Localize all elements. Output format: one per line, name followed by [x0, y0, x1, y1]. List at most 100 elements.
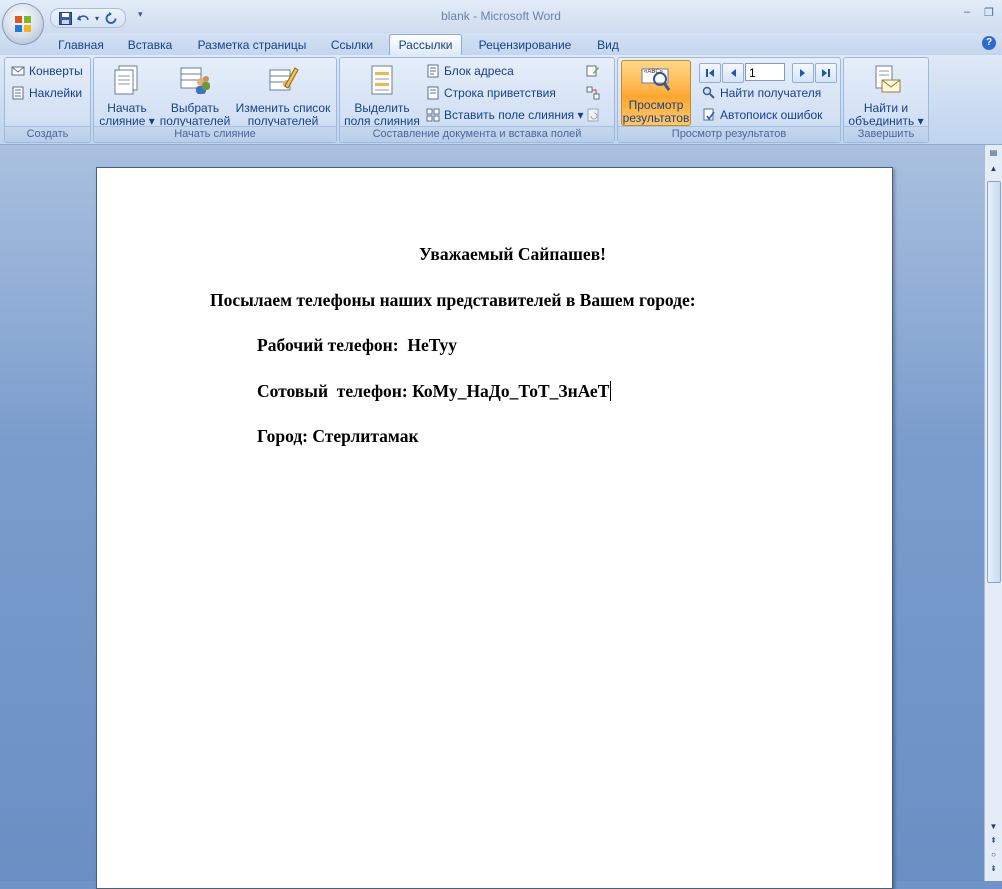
work-phone-line: Рабочий телефон: НеТуу [257, 335, 457, 356]
tab-page-layout[interactable]: Разметка страницы [192, 37, 312, 55]
scroll-up-icon[interactable]: ▲ [987, 163, 1000, 175]
restore-button[interactable]: ❐ [984, 6, 994, 19]
last-record-button[interactable] [815, 63, 837, 83]
undo-icon[interactable] [75, 10, 91, 26]
edit-recipient-list-button[interactable]: Изменить список получателей [234, 64, 332, 128]
find-recipient-label: Найти получателя [720, 86, 822, 100]
group-create-label: Создать [5, 126, 90, 142]
update-labels-icon [587, 108, 599, 122]
tab-view[interactable]: Вид [590, 37, 626, 55]
group-preview-label: Просмотр результатов [618, 126, 840, 142]
previous-record-button[interactable] [722, 63, 744, 83]
scroll-thumb[interactable] [987, 181, 1001, 583]
greeting-line-label: Строка приветствия [444, 86, 556, 100]
mobile-phone-label: Сотовый телефон: [257, 381, 408, 401]
find-recipient-button[interactable]: Найти получателя [702, 86, 821, 100]
previous-page-icon[interactable]: ⇞ [987, 835, 1000, 847]
first-record-button[interactable] [699, 63, 721, 83]
auto-check-errors-button[interactable]: Автопоиск ошибок [702, 108, 822, 122]
start-merge-icon [114, 65, 138, 95]
document-area: Уважаемый Сайпашев! Посылаем телефоны на… [0, 145, 984, 889]
save-icon[interactable] [57, 10, 73, 26]
labels-button[interactable]: Наклейки [11, 86, 82, 100]
insert-merge-field-button[interactable]: Вставить поле слияния ▾ [426, 108, 584, 122]
envelope-icon [11, 66, 25, 76]
minimize-button[interactable]: – [964, 6, 970, 19]
finish-merge-button[interactable]: Найти и объединить ▾ [846, 64, 926, 128]
rules-button[interactable] [586, 64, 600, 78]
document-page[interactable]: Уважаемый Сайпашев! Посылаем телефоны на… [96, 167, 893, 889]
address-block-label: Блок адреса [444, 64, 514, 78]
auto-check-label: Автопоиск ошибок [720, 108, 823, 122]
title-bar: blank - Microsoft Word ▾ ▾ – ❐ [0, 0, 1002, 33]
insert-merge-field-label: Вставить поле слияния ▾ [444, 108, 584, 122]
select-recipients-icon [180, 67, 210, 94]
group-create: Конверты Наклейки Создать [4, 57, 91, 143]
scroll-down-icon[interactable]: ▼ [987, 821, 1000, 833]
quick-access-toolbar: ▾ [50, 8, 126, 28]
vertical-scrollbar[interactable]: ▤ ▲ ▼ ⇞ ○ ⇟ [984, 145, 1002, 881]
tab-review[interactable]: Рецензирование [472, 37, 578, 55]
customize-qat-icon[interactable]: ▾ [138, 9, 143, 20]
envelopes-button[interactable]: Конверты [11, 64, 83, 78]
ruler-toggle-icon[interactable]: ▤ [987, 147, 1000, 159]
group-start-merge: Начать слияние ▾ Выбрать получателей ▾ И… [93, 57, 337, 143]
redo-icon[interactable] [103, 10, 119, 26]
highlight-merge-fields-button[interactable]: Выделить поля слияния [342, 64, 422, 128]
last-record-icon [822, 69, 830, 77]
preview-results-button[interactable]: «ABC» Просмотр результатов [621, 60, 691, 126]
city-label: Город: [257, 426, 309, 446]
labels-label: Наклейки [29, 86, 83, 100]
address-block-button[interactable]: Блок адреса [426, 64, 514, 78]
address-block-icon [427, 64, 439, 78]
group-finish-label: Завершить [844, 126, 928, 142]
greeting-line: Уважаемый Сайпашев! [419, 244, 606, 264]
mobile-phone-value: КоМу_НаДо_ТоТ_ЗнАеТ [412, 381, 610, 401]
preview-abc-text: «ABC» [644, 69, 664, 75]
tab-insert[interactable]: Вставка [122, 37, 178, 55]
undo-dropdown-icon[interactable]: ▾ [93, 10, 101, 26]
work-phone-value: НеТуу [407, 335, 458, 355]
ribbon-tabs: Главная Вставка Разметка страницы Ссылки… [0, 33, 1002, 56]
update-labels-button[interactable] [586, 108, 600, 122]
finish-merge-icon [875, 65, 901, 93]
group-start-merge-label: Начать слияние [94, 126, 336, 142]
previous-record-icon [731, 69, 736, 77]
find-recipient-icon [702, 86, 715, 99]
greeting-line-icon [427, 86, 439, 100]
browse-object-icon[interactable]: ○ [987, 849, 1000, 861]
city-line: Город: Стерлитамак [257, 426, 419, 447]
group-finish: Найти и объединить ▾ Завершить [843, 57, 929, 143]
record-number-input[interactable]: 1 [745, 63, 785, 81]
highlight-fields-icon [371, 65, 393, 95]
mobile-phone-line: Сотовый телефон: КоМу_НаДо_ТоТ_ЗнАеТ [257, 381, 612, 402]
window-title: blank - Microsoft Word [441, 9, 561, 23]
tab-home[interactable]: Главная [52, 37, 110, 55]
next-record-button[interactable] [792, 63, 814, 83]
group-preview-results: «ABC» Просмотр результатов 1 Найти получ… [617, 57, 841, 143]
insert-field-icon [426, 108, 440, 122]
help-icon[interactable]: ? [982, 36, 996, 50]
group-write-insert-label: Составление документа и вставка полей [340, 126, 614, 142]
work-phone-label: Рабочий телефон: [257, 335, 399, 355]
window-controls: – ❐ [964, 6, 994, 19]
next-record-icon [800, 69, 805, 77]
ribbon: Конверты Наклейки Создать Начать слияние… [0, 55, 1002, 145]
next-page-icon[interactable]: ⇟ [987, 863, 1000, 875]
rules-icon [586, 65, 599, 77]
first-record-icon [706, 69, 714, 77]
start-merge-button[interactable]: Начать слияние ▾ [98, 64, 156, 128]
group-write-insert: Выделить поля слияния Блок адреса Строка… [339, 57, 615, 143]
envelopes-label: Конверты [29, 64, 83, 78]
city-value: Стерлитамак [312, 426, 419, 446]
tab-references[interactable]: Ссылки [324, 37, 380, 55]
text-cursor [610, 381, 612, 401]
match-fields-icon [586, 86, 600, 100]
office-logo-icon [15, 16, 31, 32]
tab-mailings[interactable]: Рассылки [389, 34, 462, 56]
intro-paragraph: Посылаем телефоны наших представителей в… [210, 290, 696, 310]
match-fields-button[interactable] [586, 86, 600, 100]
labels-icon [12, 86, 24, 100]
office-button[interactable] [3, 4, 43, 44]
greeting-line-button[interactable]: Строка приветствия [426, 86, 556, 100]
